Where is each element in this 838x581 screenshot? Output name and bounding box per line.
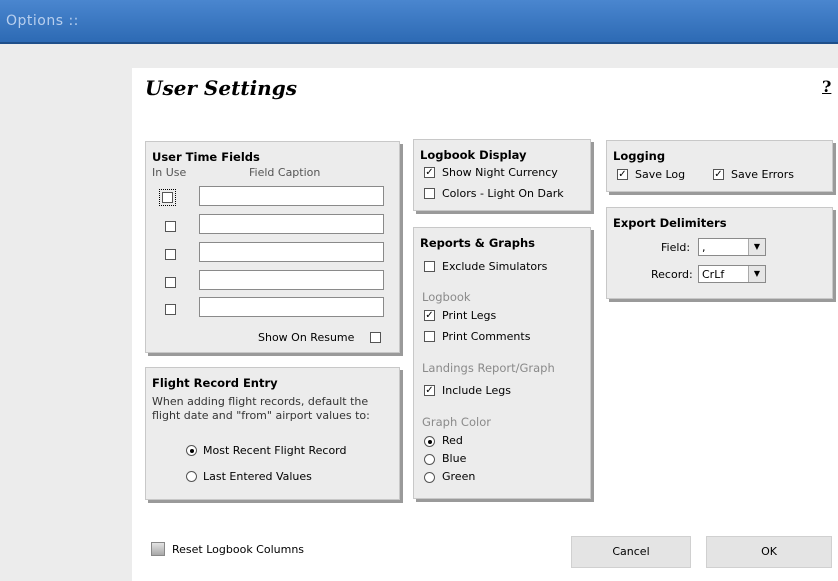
record-delimiter-label: Record: — [651, 268, 693, 281]
logbook-display-title: Logbook Display — [420, 148, 527, 162]
logging-title: Logging — [613, 149, 666, 163]
graph-color-subheading: Graph Color — [422, 415, 491, 429]
page-title: User Settings — [145, 76, 297, 100]
graph-color-red-label[interactable]: Red — [442, 434, 463, 447]
exclude-simulators-checkbox[interactable] — [424, 261, 435, 272]
field-caption-input-3[interactable] — [199, 242, 384, 262]
in-use-checkbox-2[interactable] — [165, 221, 176, 232]
show-night-currency-label[interactable]: Show Night Currency — [442, 166, 558, 179]
reports-graphs-title: Reports & Graphs — [420, 236, 535, 250]
show-night-currency-checkbox[interactable]: ✓ — [424, 167, 435, 178]
cancel-button[interactable]: Cancel — [571, 536, 691, 568]
user-time-fields-group: User Time Fields In Use Field Caption Sh… — [145, 141, 400, 353]
most-recent-flight-radio[interactable] — [186, 445, 197, 456]
user-time-fields-title: User Time Fields — [152, 150, 260, 164]
in-use-checkbox-4[interactable] — [165, 277, 176, 288]
print-comments-label[interactable]: Print Comments — [442, 330, 530, 343]
save-log-checkbox[interactable]: ✓ — [617, 169, 628, 180]
flight-record-desc-line1: When adding flight records, default the — [152, 395, 369, 408]
save-errors-checkbox[interactable]: ✓ — [713, 169, 724, 180]
ok-button[interactable]: OK — [706, 536, 832, 568]
last-entered-values-label[interactable]: Last Entered Values — [203, 470, 312, 483]
last-entered-values-radio[interactable] — [186, 471, 197, 482]
flight-record-desc-line2: flight date and "from" airport values to… — [152, 409, 370, 422]
in-use-checkbox-3[interactable] — [165, 249, 176, 260]
exclude-simulators-label[interactable]: Exclude Simulators — [442, 260, 547, 273]
in-use-checkbox-5[interactable] — [165, 304, 176, 315]
print-legs-label[interactable]: Print Legs — [442, 309, 496, 322]
reset-logbook-columns-label[interactable]: Reset Logbook Columns — [172, 543, 304, 556]
in-use-checkbox-1[interactable] — [159, 189, 176, 206]
help-icon[interactable]: ? — [822, 78, 838, 96]
field-delimiter-select[interactable]: , ▼ — [698, 238, 766, 256]
field-caption-input-4[interactable] — [199, 270, 384, 290]
landings-subheading: Landings Report/Graph — [422, 361, 555, 375]
graph-color-blue-radio[interactable] — [424, 454, 435, 465]
export-delimiters-title: Export Delimiters — [613, 216, 727, 230]
show-on-resume-checkbox[interactable] — [370, 332, 381, 343]
record-delimiter-select[interactable]: CrLf ▼ — [698, 265, 766, 283]
field-caption-header: Field Caption — [249, 166, 321, 179]
logging-group: Logging ✓ Save Log ✓ Save Errors — [606, 140, 833, 192]
most-recent-flight-label[interactable]: Most Recent Flight Record — [203, 444, 346, 457]
graph-color-green-radio[interactable] — [424, 472, 435, 483]
save-errors-label[interactable]: Save Errors — [731, 168, 794, 181]
logbook-display-group: Logbook Display ✓ Show Night Currency Co… — [413, 139, 591, 211]
record-delimiter-value: CrLf — [702, 268, 725, 281]
print-legs-checkbox[interactable]: ✓ — [424, 310, 435, 321]
chevron-down-icon[interactable]: ▼ — [748, 266, 765, 282]
include-legs-checkbox[interactable]: ✓ — [424, 385, 435, 396]
in-use-header: In Use — [152, 166, 187, 179]
cancel-button-label: Cancel — [612, 545, 650, 558]
print-comments-checkbox[interactable] — [424, 331, 435, 342]
field-caption-input-5[interactable] — [199, 297, 384, 317]
field-delimiter-label: Field: — [661, 241, 691, 254]
logbook-subheading: Logbook — [422, 290, 471, 304]
top-strip — [0, 44, 838, 68]
flight-record-entry-group: Flight Record Entry When adding flight r… — [145, 367, 400, 500]
graph-color-green-label[interactable]: Green — [442, 470, 475, 483]
graph-color-red-radio[interactable] — [424, 436, 435, 447]
reset-logbook-columns-button[interactable] — [151, 542, 165, 556]
show-on-resume-label: Show On Resume — [258, 331, 355, 344]
colors-light-on-dark-label[interactable]: Colors - Light On Dark — [442, 187, 564, 200]
ok-button-label: OK — [761, 545, 777, 558]
title-bar: Options :: — [0, 0, 838, 44]
left-sidebar — [0, 68, 132, 581]
chevron-down-icon[interactable]: ▼ — [748, 239, 765, 255]
save-log-label[interactable]: Save Log — [635, 168, 685, 181]
colors-light-on-dark-checkbox[interactable] — [424, 188, 435, 199]
field-caption-input-1[interactable] — [199, 186, 384, 206]
export-delimiters-group: Export Delimiters Field: , ▼ Record: CrL… — [606, 207, 833, 299]
include-legs-label[interactable]: Include Legs — [442, 384, 511, 397]
window-title: Options :: — [6, 13, 79, 29]
flight-record-entry-title: Flight Record Entry — [152, 376, 278, 390]
field-caption-input-2[interactable] — [199, 214, 384, 234]
graph-color-blue-label[interactable]: Blue — [442, 452, 466, 465]
reports-graphs-group: Reports & Graphs Exclude Simulators Logb… — [413, 227, 591, 499]
field-delimiter-value: , — [702, 241, 706, 254]
